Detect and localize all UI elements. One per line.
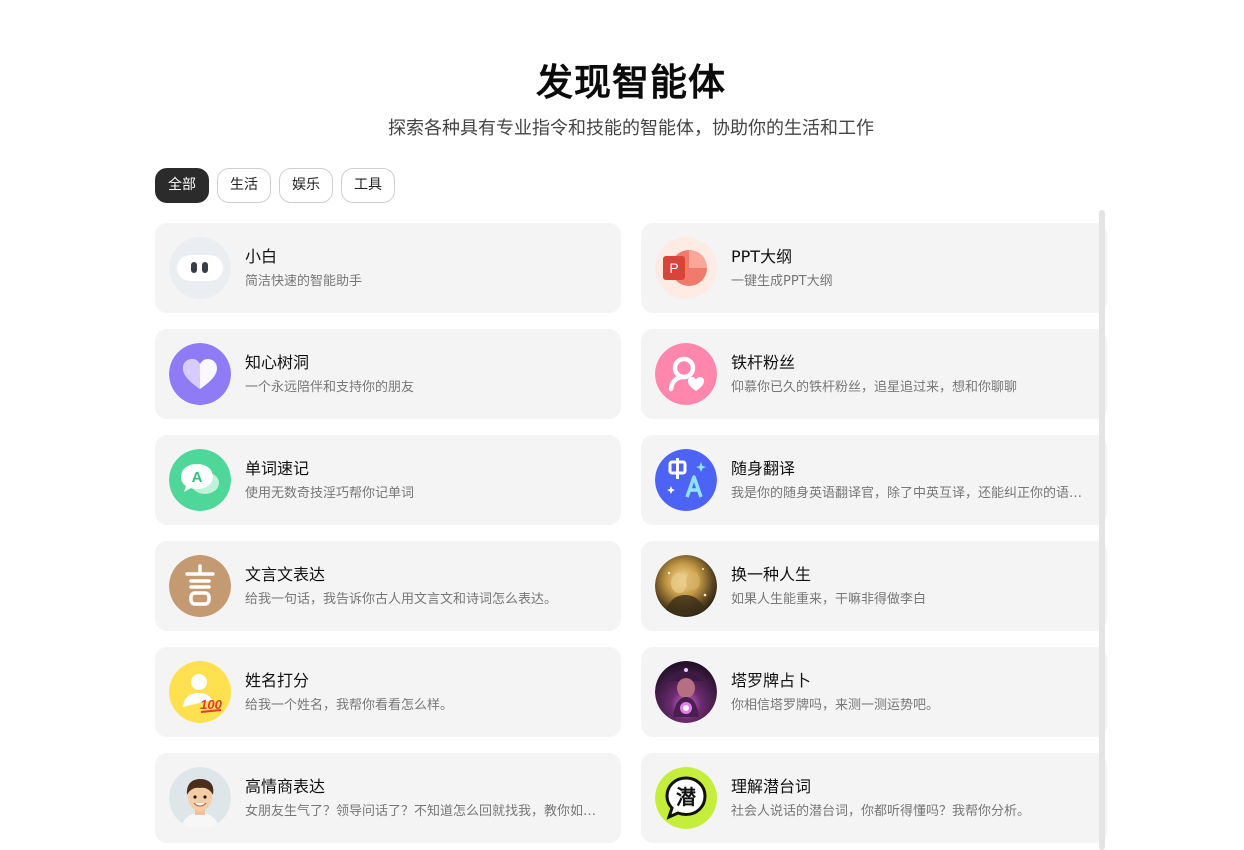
agent-name: 单词速记 [245, 458, 310, 478]
agent-card-subtext[interactable]: 潜 理解潜台词 社会人说话的潜台词，你都听得懂吗？我帮你分析。 [641, 753, 1107, 843]
filter-chip-entertainment[interactable]: 娱乐 [279, 168, 333, 203]
person-score-100-icon: 100 [169, 661, 231, 723]
agent-description: 使用无数奇技淫巧帮你记单词 [245, 485, 415, 501]
filter-chip-life[interactable]: 生活 [217, 168, 271, 203]
agent-name: 理解潜台词 [731, 776, 812, 796]
agent-description: 一个永远陪伴和支持你的朋友 [245, 379, 415, 395]
agent-description: 社会人说话的潜台词，你都听得懂吗？我帮你分析。 [731, 803, 1031, 819]
smiling-boy-avatar [169, 767, 231, 829]
agent-description: 我是你的随身英语翻译官，除了中英互译，还能纠正你的语法和用词哦 [731, 485, 1093, 501]
agent-name: 小白 [245, 246, 278, 266]
translate-icon [655, 449, 717, 511]
category-filter-bar: 全部 生活 娱乐 工具 [155, 168, 395, 203]
agent-name: PPT大纲 [731, 246, 793, 266]
classical-character-icon [169, 555, 231, 617]
page-subtitle: 探索各种具有专业指令和技能的智能体，协助你的生活和工作 [388, 118, 874, 139]
agent-card-classical-chinese[interactable]: 文言文表达 给我一句话，我告诉你古人用文言文和诗词怎么表达。 [155, 541, 621, 631]
agent-description: 给我一个姓名，我帮你看看怎么样。 [245, 697, 454, 713]
agent-card-confidant[interactable]: 知心树洞 一个永远陪伴和支持你的朋友 [155, 329, 621, 419]
agent-name: 姓名打分 [245, 670, 310, 690]
agent-card-xiaobai[interactable]: 小白 简洁快速的智能助手 [155, 223, 621, 313]
agent-name: 文言文表达 [245, 564, 326, 584]
agent-description: 女朋友生气了？领导问话了？不知道怎么回就找我，教你如何高情商回复。 [245, 803, 607, 819]
agent-card-superfan[interactable]: 铁杆粉丝 仰慕你已久的铁杆粉丝，追星追过来，想和你聊聊 [641, 329, 1107, 419]
agent-description: 给我一句话，我告诉你古人用文言文和诗词怎么表达。 [245, 591, 558, 607]
agent-name: 铁杆粉丝 [731, 352, 796, 372]
subtext-bubble-icon: 潜 [655, 767, 717, 829]
tarot-reader-image [655, 661, 717, 723]
agent-card-translator[interactable]: 随身翻译 我是你的随身英语翻译官，除了中英互译，还能纠正你的语法和用词哦 [641, 435, 1107, 525]
chat-letter-a-icon: A [169, 449, 231, 511]
agent-name: 随身翻译 [731, 458, 796, 478]
agent-name: 高情商表达 [245, 776, 326, 796]
scrollbar[interactable] [1099, 210, 1105, 850]
agent-card-high-eq[interactable]: 高情商表达 女朋友生气了？领导问话了？不知道怎么回就找我，教你如何高情商回复。 [155, 753, 621, 843]
fan-person-heart-icon [655, 343, 717, 405]
agent-card-name-score[interactable]: 100 姓名打分 给我一个姓名，我帮你看看怎么样。 [155, 647, 621, 737]
agent-description: 如果人生能重来，干嘛非得做李白 [731, 591, 927, 607]
agent-card-another-life[interactable]: 换一种人生 如果人生能重来，干嘛非得做李白 [641, 541, 1107, 631]
agent-name: 换一种人生 [731, 564, 812, 584]
agent-card-ppt-outline[interactable]: P PPT大纲 一键生成PPT大纲 [641, 223, 1107, 313]
heart-icon [169, 343, 231, 405]
agent-name: 塔罗牌占卜 [731, 670, 812, 690]
svg-text:潜: 潜 [676, 785, 697, 809]
filter-chip-tools[interactable]: 工具 [341, 168, 395, 203]
agent-description: 仰慕你已久的铁杆粉丝，追星追过来，想和你聊聊 [731, 379, 1018, 395]
powerpoint-icon: P [655, 237, 717, 299]
agent-description: 简洁快速的智能助手 [245, 273, 363, 289]
filter-chip-all[interactable]: 全部 [155, 168, 209, 203]
svg-text:P: P [669, 260, 678, 276]
agent-card-tarot[interactable]: 塔罗牌占卜 你相信塔罗牌吗，来测一测运势吧。 [641, 647, 1107, 737]
golden-portrait-image [655, 555, 717, 617]
robot-face-icon [169, 237, 231, 299]
agent-description: 一键生成PPT大纲 [731, 273, 833, 289]
agent-name: 知心树洞 [245, 352, 310, 372]
agent-description: 你相信塔罗牌吗，来测一测运势吧。 [731, 697, 940, 713]
svg-text:A: A [192, 469, 203, 486]
agent-grid: 小白 简洁快速的智能助手 P PPT大纲 一键生成PPT大纲 知心树洞 一个永远… [155, 223, 1107, 843]
page-title: 发现智能体 [536, 61, 726, 104]
agent-card-word-memo[interactable]: A 单词速记 使用无数奇技淫巧帮你记单词 [155, 435, 621, 525]
